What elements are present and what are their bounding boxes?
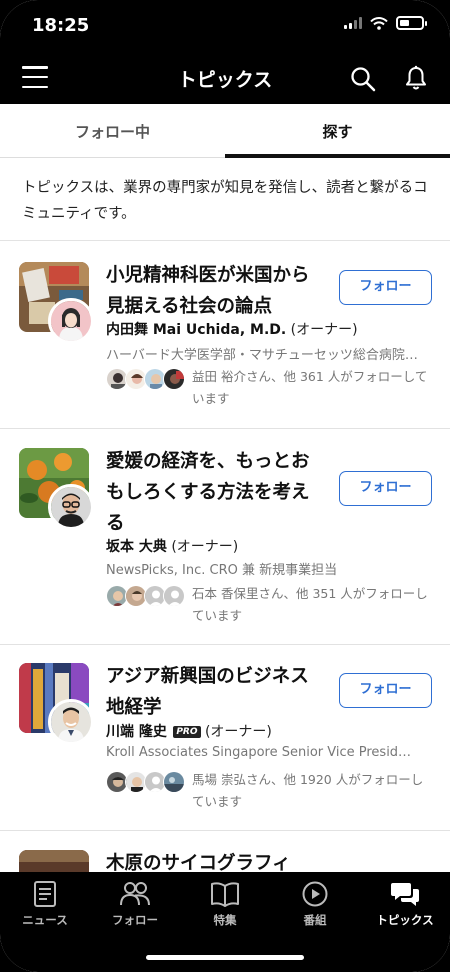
- nav-item-follow[interactable]: フォロー: [90, 880, 180, 928]
- owner-role: (オーナー): [290, 322, 358, 338]
- home-indicator[interactable]: [146, 955, 304, 960]
- pro-badge: PRO: [173, 726, 201, 738]
- owner-line[interactable]: 川端 隆史 PRO (オーナー): [106, 721, 272, 741]
- nav-label: 番組: [303, 913, 327, 927]
- topic-title[interactable]: 小児精神科医が米国から見据える社会の論点: [106, 260, 326, 322]
- divider: [0, 830, 450, 831]
- nav-label: ニュース: [22, 913, 68, 927]
- people-icon: [120, 882, 150, 906]
- follower-avatar: [163, 771, 185, 793]
- owner-organization: Kroll Associates Singapore Senior Vice P…: [106, 745, 412, 760]
- nav-item-topics[interactable]: トピックス: [360, 880, 450, 928]
- owner-name: 川端 隆史: [106, 724, 167, 740]
- nav-label: トピックス: [376, 913, 434, 927]
- tab-bar: フォロー中 探す: [0, 104, 450, 158]
- status-bar: 18:25: [0, 0, 450, 52]
- follower-avatar: [163, 368, 185, 390]
- follow-button[interactable]: フォロー: [339, 673, 432, 708]
- topic-title[interactable]: アジア新興国のビジネス地経学: [106, 661, 326, 723]
- nav-item-programs[interactable]: 番組: [270, 880, 360, 928]
- nav-label: フォロー: [112, 913, 158, 927]
- owner-organization: ハーバード大学医学部・マサチューセッツ総合病院…: [106, 348, 418, 363]
- owner-avatar: [48, 699, 94, 745]
- followers-text: 馬場 崇弘さん、他 1920 人がフォローしています: [192, 772, 424, 809]
- tab-explore[interactable]: 探す: [225, 104, 450, 158]
- owner-role: (オーナー): [171, 539, 239, 555]
- owner-line[interactable]: 坂本 大典 (オーナー): [106, 536, 238, 556]
- divider: [0, 428, 450, 429]
- topic-title[interactable]: 愛媛の経済を、もっとおもしろくする方法を考える: [106, 446, 326, 539]
- owner-line[interactable]: 内田舞 Mai Uchida, M.D. (オーナー): [106, 319, 358, 339]
- followers-text: 石本 香保里さん、他 351 人がフォローしています: [192, 586, 428, 623]
- nav-item-features[interactable]: 特集: [180, 880, 270, 928]
- owner-avatar: [48, 298, 94, 344]
- play-icon: [302, 881, 328, 907]
- owner-name: 内田舞 Mai Uchida, M.D.: [106, 322, 287, 338]
- owner-avatar: [48, 484, 94, 530]
- app-screen: 18:25 トピックス フォロー中 探す トピックスは、業界の専門家が知見を発信…: [0, 0, 450, 972]
- owner-name: 坂本 大典: [106, 539, 167, 555]
- battery-icon: [396, 16, 427, 30]
- wifi-icon: [370, 16, 388, 30]
- owner-role: (オーナー): [204, 724, 272, 740]
- app-header: トピックス: [0, 52, 450, 104]
- intro-text: トピックスは、業界の専門家が知見を発信し、読者と繋がるコミュニティです。: [0, 159, 450, 241]
- follower-avatar-placeholder: [163, 585, 185, 607]
- owner-organization: NewsPicks, Inc. CRO 兼 新規事業担当: [106, 563, 338, 578]
- book-icon: [211, 882, 239, 907]
- follow-button[interactable]: フォロー: [339, 471, 432, 506]
- status-icons: [344, 16, 427, 30]
- nav-item-news[interactable]: ニュース: [0, 880, 90, 928]
- notification-bell-icon[interactable]: [404, 65, 428, 91]
- divider: [0, 644, 450, 645]
- nav-label: 特集: [213, 913, 237, 927]
- follow-button[interactable]: フォロー: [339, 270, 432, 305]
- page-title: トピックス: [177, 69, 273, 91]
- search-icon[interactable]: [350, 66, 376, 92]
- tab-following[interactable]: フォロー中: [0, 104, 225, 157]
- cellular-signal-icon: [344, 17, 362, 29]
- followers-text: 益田 裕介さん、他 361 人がフォローしています: [192, 369, 428, 406]
- news-icon: [34, 881, 56, 907]
- status-time: 18:25: [32, 15, 90, 36]
- chat-bubbles-icon: [391, 883, 419, 906]
